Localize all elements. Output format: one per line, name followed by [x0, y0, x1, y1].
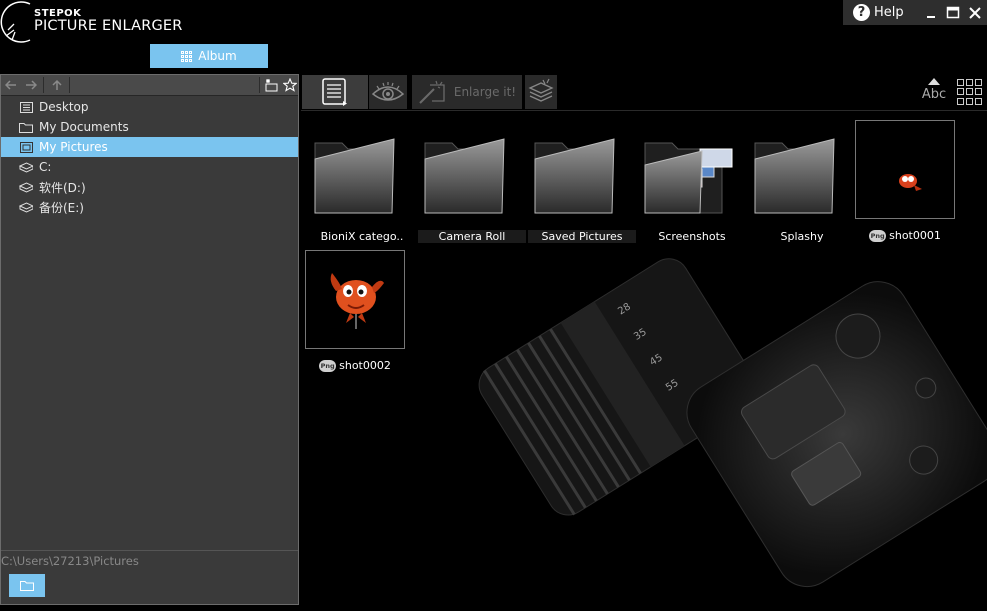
desktop-icon [19, 101, 33, 113]
gallery-item-label: Camera Roll [418, 230, 526, 243]
grid-view-button[interactable] [957, 79, 983, 105]
document-list-icon [322, 78, 347, 106]
window-controls: ? Help [843, 0, 987, 25]
enlarge-button[interactable]: Enlarge it! [412, 75, 522, 109]
png-badge-icon: Png [869, 229, 887, 242]
nav-divider [259, 77, 260, 93]
star-icon [283, 78, 297, 92]
layers-stack-icon [528, 78, 554, 102]
file-name: shot0001 [889, 229, 941, 242]
folder-icon [19, 121, 33, 133]
tree-item-drive-d[interactable]: 软件(D:) [1, 177, 298, 197]
sort-by-name-button[interactable]: Abc [921, 76, 947, 106]
tree-item-drive-e[interactable]: 备份(E:) [1, 197, 298, 217]
close-button[interactable] [964, 0, 986, 25]
gallery-item-label: Screenshots [658, 230, 726, 243]
tree-item-label: Desktop [39, 100, 89, 114]
eye-icon [371, 82, 405, 101]
drive-icon [19, 201, 33, 213]
gallery-item-label: Png shot0001 [851, 229, 959, 242]
nav-divider [43, 77, 44, 93]
forward-arrow-icon [26, 80, 37, 90]
gallery-item-camera-roll[interactable]: Camera Roll [418, 121, 526, 243]
current-path: C:\Users\27213\Pictures [1, 554, 139, 568]
gallery-item-saved-pictures[interactable]: Saved Pictures [528, 121, 636, 243]
folder-with-images-icon [644, 142, 733, 214]
gallery-item-label: Splashy [780, 230, 824, 243]
preview-button[interactable] [369, 75, 407, 109]
pictures-icon [19, 141, 33, 153]
album-button[interactable]: Album [150, 44, 268, 68]
help-button[interactable]: ? Help [853, 4, 904, 21]
nav-divider [69, 77, 70, 93]
new-folder-button[interactable] [262, 77, 280, 93]
folder-icon [20, 581, 34, 591]
file-name: shot0002 [339, 359, 391, 372]
gallery-item-shot0002[interactable]: Png shot0002 [305, 250, 405, 372]
close-icon [968, 6, 981, 19]
tree-item-desktop[interactable]: Desktop [1, 97, 298, 117]
sort-ascending-icon [928, 78, 940, 85]
png-badge-icon: Png [319, 359, 337, 372]
album-grid-icon [181, 50, 193, 62]
favorite-button[interactable] [281, 77, 299, 93]
main-toolbar: Enlarge it! [301, 74, 987, 111]
gallery-item-label: BioniX catego.. [320, 230, 404, 243]
minimize-button[interactable] [920, 0, 942, 25]
app-logo: STEPOK PICTURE ENLARGER [0, 0, 200, 44]
folder-icon [314, 138, 395, 214]
tree-item-label: C: [39, 160, 52, 174]
up-folder-button[interactable] [48, 77, 66, 93]
album-button-label: Album [198, 49, 237, 63]
orange-fish-image [330, 273, 384, 329]
gallery-item-label: Png shot0002 [301, 359, 409, 372]
list-view-button[interactable] [302, 75, 368, 109]
minimize-icon [926, 15, 935, 18]
gallery-item-bionix[interactable]: BioniX catego.. [312, 121, 412, 243]
tree-item-my-documents[interactable]: My Documents [1, 117, 298, 137]
folder-panel: Desktop My Documents My Pictures C: 软件(D… [0, 74, 299, 605]
gallery-item-splashy[interactable]: Splashy [752, 121, 852, 243]
enlarge-button-label: Enlarge it! [453, 85, 517, 99]
forward-button[interactable] [22, 77, 40, 93]
help-label: Help [874, 5, 904, 20]
tree-item-my-pictures[interactable]: My Pictures [1, 137, 298, 157]
new-folder-icon [265, 79, 278, 92]
back-arrow-icon [5, 80, 16, 90]
folder-icon [534, 138, 615, 214]
logo-emblem-icon [0, 1, 31, 43]
up-arrow-icon [52, 79, 62, 90]
back-button[interactable] [2, 77, 20, 93]
maximize-button[interactable] [942, 0, 964, 25]
maximize-icon [946, 6, 959, 18]
magic-wand-icon [419, 80, 445, 104]
folder-tree: Desktop My Documents My Pictures C: 软件(D… [1, 97, 298, 217]
orange-fish-image [899, 174, 922, 191]
image-thumbnail [305, 250, 405, 349]
folder-panel-footer: C:\Users\27213\Pictures [1, 550, 298, 604]
sort-label: Abc [921, 87, 947, 102]
tree-item-label: 备份(E:) [39, 200, 84, 215]
tree-item-label: My Documents [39, 120, 129, 134]
tree-item-drive-c[interactable]: C: [1, 157, 298, 177]
tree-item-label: My Pictures [39, 140, 108, 154]
gallery-item-screenshots[interactable]: Screenshots [642, 121, 742, 243]
browse-folder-button[interactable] [9, 574, 45, 597]
gallery-item-label: Saved Pictures [528, 230, 636, 243]
folder-nav-bar [1, 75, 298, 96]
gallery-area: 2835 4555 BioniX catego.. Camera Roll [301, 111, 987, 611]
drive-icon [19, 181, 33, 193]
image-thumbnail [855, 120, 955, 219]
batch-button[interactable] [525, 75, 557, 109]
help-icon: ? [853, 4, 870, 21]
folder-icon [424, 138, 505, 214]
tree-item-label: 软件(D:) [39, 180, 86, 195]
folder-icon [754, 138, 835, 214]
drive-icon [19, 161, 33, 173]
gallery-item-shot0001[interactable]: Png shot0001 [855, 120, 955, 242]
brand-title: PICTURE ENLARGER [34, 18, 183, 34]
